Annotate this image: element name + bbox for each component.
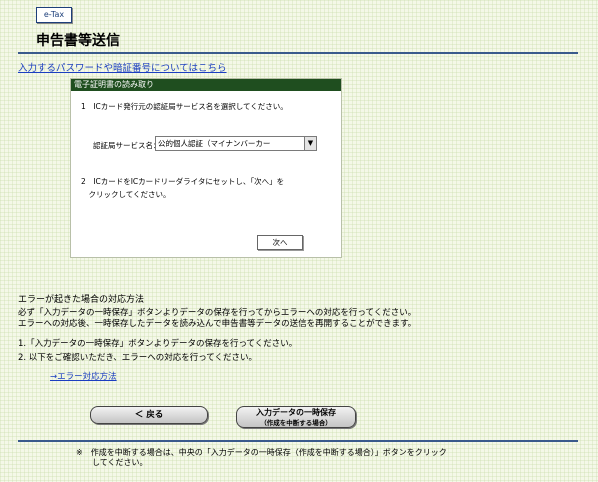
error-section-heading: エラーが起きた場合の対応方法	[18, 295, 145, 305]
save-temp-sublabel: （作成を中断する場合）	[260, 419, 332, 427]
step2-instruction: 2 ICカードをICカードリーダライタにセットし、「次へ」を クリックしてくださ…	[81, 175, 284, 201]
step2-line1: 2 ICカードをICカードリーダライタにセットし、「次へ」を	[81, 177, 285, 186]
next-button[interactable]: 次へ	[257, 235, 303, 250]
save-temp-label: 入力データの一時保存	[256, 408, 336, 417]
error-instructions-line2: エラーへの対応後、一時保存したデータを読み込んで申告書等データの送信を再開するこ…	[18, 319, 417, 329]
chevron-down-icon[interactable]: ▼	[304, 137, 316, 150]
service-select[interactable]: 公的個人認証（マイナンバーカー ▼	[155, 136, 317, 151]
title-divider	[18, 52, 578, 54]
panel-header: 電子証明書の読み取り	[71, 79, 341, 91]
error-step2: 2. 以下をご確認いただき、エラーへの対応を行ってください。	[18, 353, 258, 363]
etax-logo: e-Tax	[36, 7, 72, 23]
error-step1: 1.「入力データの一時保存」ボタンよりデータの保存を行ってください。	[18, 339, 298, 349]
step1-instruction: 1 ICカード発行元の認証局サービス名を選択してください。	[81, 102, 288, 111]
error-instructions-line1: 必ず「入力データの一時保存」ボタンよりデータの保存を行ってからエラーへの対応を行…	[18, 308, 417, 318]
page-title: 申告書等送信	[36, 33, 120, 49]
save-temp-button[interactable]: 入力データの一時保存 （作成を中断する場合）	[236, 406, 356, 428]
password-info-link[interactable]: 入力するパスワードや暗証番号についてはこちら	[18, 60, 227, 74]
step2-line2: クリックしてください。	[81, 190, 171, 199]
error-instructions: 必ず「入力データの一時保存」ボタンよりデータの保存を行ってからエラーへの対応を行…	[18, 308, 416, 330]
certificate-reading-panel: 電子証明書の読み取り 1 ICカード発行元の認証局サービス名を選択してください。…	[70, 78, 342, 258]
footer-note-line1: ※ 作成を中断する場合は、中央の「入力データの一時保存（作成を中断する場合）」ボ…	[76, 448, 447, 457]
back-button[interactable]: ＜ 戻る	[90, 406, 208, 424]
service-select-value: 公的個人認証（マイナンバーカー	[158, 139, 271, 148]
footer-note-line2: してください。	[76, 458, 148, 467]
service-label: 認証局サービス名：	[93, 141, 161, 150]
footer-note: ※ 作成を中断する場合は、中央の「入力データの一時保存（作成を中断する場合）」ボ…	[76, 448, 447, 468]
footer-divider	[18, 440, 578, 442]
error-handling-link[interactable]: →エラー対応方法	[50, 370, 117, 382]
